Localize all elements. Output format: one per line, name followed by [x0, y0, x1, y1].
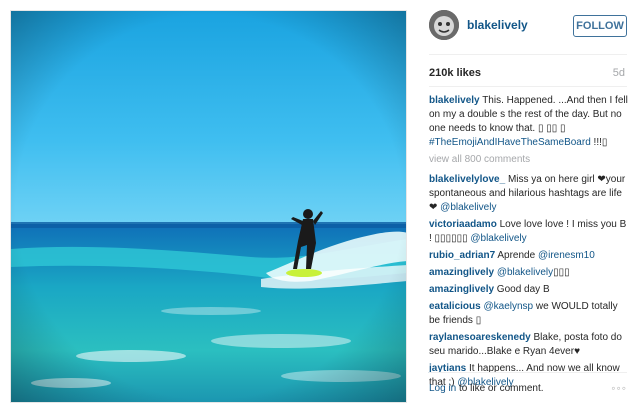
- post-details-panel: blakelively FOLLOW 210k likes 5d blakeli…: [415, 0, 635, 412]
- avatar-image: [429, 10, 459, 40]
- comment-mention[interactable]: @blakelively: [497, 267, 553, 278]
- likes-count[interactable]: 210k likes: [429, 67, 481, 79]
- comment-mention[interactable]: @kaelynsp: [483, 301, 533, 312]
- view-all-comments-link[interactable]: view all 800 comments: [429, 153, 629, 167]
- comment-username[interactable]: blakelivelylove_: [429, 174, 505, 185]
- comment-tail: ▯▯▯: [553, 267, 570, 278]
- post-time-ago[interactable]: 5d: [613, 67, 625, 79]
- comment-username[interactable]: raylanesoareskenedy: [429, 332, 531, 343]
- divider: [429, 54, 627, 55]
- comment-text: Aprende: [495, 250, 538, 261]
- post-photo[interactable]: [10, 10, 407, 403]
- comment-text: Good day B: [494, 284, 550, 295]
- instagram-post-embed: blakelively FOLLOW 210k likes 5d blakeli…: [0, 0, 635, 412]
- surfing-photo-image: [11, 11, 406, 402]
- post-header: blakelively FOLLOW: [415, 10, 635, 44]
- caption-username[interactable]: blakelively: [429, 95, 480, 106]
- comment-mention[interactable]: @blakelively: [440, 202, 496, 213]
- login-link[interactable]: Log in: [429, 383, 456, 394]
- post-footer: Log in to like or comment. ◦◦◦: [429, 381, 627, 395]
- comment-item: rubio_adrian7 Aprende @irenesm10: [429, 249, 629, 263]
- comment-item: victoriaadamo Love love love ! I miss yo…: [429, 218, 629, 246]
- comment-mention[interactable]: @irenesm10: [538, 250, 595, 261]
- comment-username[interactable]: amazinglively: [429, 267, 494, 278]
- comment-username[interactable]: eatalicious: [429, 301, 481, 312]
- comment-item: amazinglively Good day B: [429, 283, 629, 297]
- login-prompt-text: to like or comment.: [456, 383, 544, 394]
- more-options-icon[interactable]: ◦◦◦: [611, 381, 627, 395]
- caption: blakelively This. Happened. ...And then …: [429, 94, 629, 150]
- divider: [429, 86, 627, 87]
- comment-item: blakelivelylove_ Miss ya on here girl ❤y…: [429, 173, 629, 215]
- comment-item: amazinglively @blakelively▯▯▯: [429, 266, 629, 280]
- caption-tail: !!!▯: [590, 137, 608, 148]
- comment-item: raylanesoareskenedy Blake, posta foto do…: [429, 331, 629, 359]
- comment-username[interactable]: amazinglively: [429, 284, 494, 295]
- follow-button[interactable]: FOLLOW: [573, 15, 627, 37]
- comment-item: eatalicious @kaelynsp we WOULD totally b…: [429, 300, 629, 328]
- divider: [429, 372, 627, 373]
- comment-username[interactable]: victoriaadamo: [429, 219, 497, 230]
- comment-mention[interactable]: @blakelively: [470, 233, 526, 244]
- post-username[interactable]: blakelively: [467, 18, 528, 32]
- caption-hashtag[interactable]: #TheEmojiAndIHaveTheSameBoard: [429, 137, 591, 148]
- avatar[interactable]: [429, 10, 459, 40]
- comment-username[interactable]: rubio_adrian7: [429, 250, 495, 261]
- comments-list: blakelively This. Happened. ...And then …: [429, 94, 629, 393]
